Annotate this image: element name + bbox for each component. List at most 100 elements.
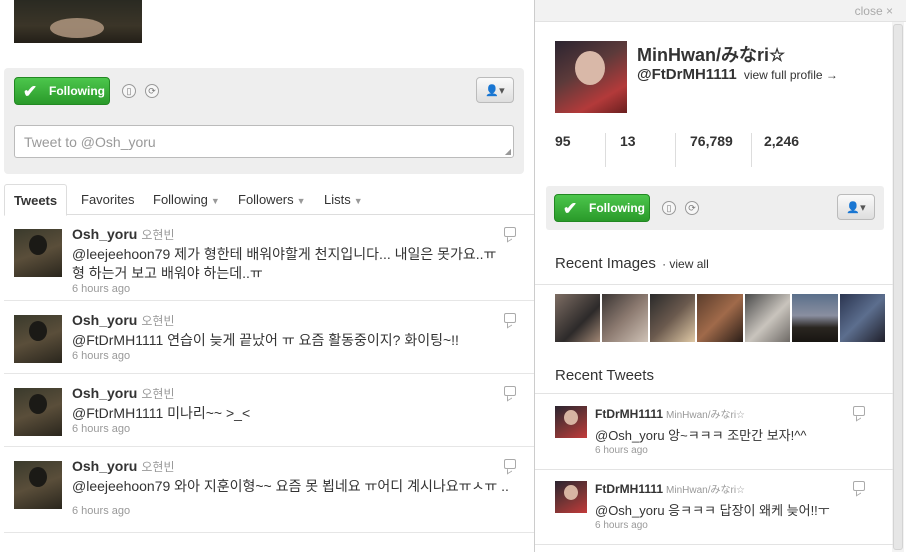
tweet-text: @leejeehoon79 제가 형한테 배워야할게 천지입니다... 내일은 … [72,246,497,281]
profile-handle: @FtDrMH1111 [637,66,737,83]
user-dropdown-icon: 👤▾ [485,84,505,97]
image-thumbnail[interactable] [697,294,743,342]
user-actions-menu[interactable]: 👤▾ [837,194,875,220]
tweet-text: @Osh_yoru 응ㅋㅋㅋ 답장이 왜케 늦어!!ㅜ [595,503,830,518]
tweet-timestamp[interactable]: 6 hours ago [72,423,130,435]
image-thumbnail[interactable] [792,294,838,342]
image-thumbnail[interactable] [555,294,601,342]
panel-header-bar: close × [535,0,906,22]
tweet-timestamp[interactable]: 6 hours ago [72,505,130,517]
tweet-username[interactable]: Osh_yoru [72,312,137,328]
view-all-link[interactable]: · view all [662,257,709,271]
chevron-down-icon: ▼ [210,196,220,206]
tweet-timestamp[interactable]: 6 hours ago [595,445,648,456]
close-icon: × [885,4,893,18]
tweet-username[interactable]: Osh_yoru [72,458,137,474]
tweet-fullname: 오현빈 [141,228,175,242]
tweet-item[interactable]: Osh_yoru 오현빈 @leejeehoon79 와아 지훈이형~~ 요즘 못… [4,447,534,533]
panel-action-bar: ✔ Following ▯ ⟳ 👤▾ [546,186,884,230]
tab-favorites[interactable]: Favorites [81,184,134,215]
tweet-fullname: 오현빈 [141,387,175,401]
avatar[interactable] [555,406,587,438]
reply-icon[interactable] [853,406,865,416]
check-icon: ✔ [23,81,38,101]
reply-icon[interactable] [504,313,516,323]
reply-icon[interactable] [504,459,516,469]
tweet-fullname: 오현빈 [141,460,175,474]
recent-tweet-item[interactable]: FtDrMH1111 MinHwan/みなri☆ @Osh_yoru 응ㅋㅋㅋ 답… [535,481,893,541]
recent-tweet-item[interactable]: FtDrMH1111 MinHwan/みなri☆ @Osh_yoru 앙~ㅋㅋㅋ … [535,406,893,466]
tweet-fullname: MinHwan/みなri☆ [666,485,746,496]
user-dropdown-icon: 👤▾ [846,201,866,214]
chevron-down-icon: ▼ [296,196,306,206]
tweet-timestamp[interactable]: 6 hours ago [72,350,130,362]
tweet-username[interactable]: FtDrMH1111 [595,482,663,496]
retweets-toggle-icon[interactable]: ⟳ [685,201,699,215]
tweet-item[interactable]: Osh_yoru 오현빈 @FtDrMH1111 연습이 늦게 끝났어 ㅠ 요즘 … [4,301,534,374]
tweet-username[interactable]: FtDrMH1111 [595,407,663,421]
profile-name: MinHwan/みなri☆ [637,45,786,65]
tab-lists[interactable]: Lists ▼ [324,184,363,215]
following-button[interactable]: ✔ Following [14,77,110,105]
profile-popup-panel: close × MinHwan/みなri☆ @FtDrMH1111 view f… [534,0,906,552]
image-thumbnail[interactable] [649,294,696,342]
image-thumbnail[interactable] [602,294,648,342]
recent-tweets-title: Recent Tweets [555,367,654,384]
reply-icon[interactable] [853,481,865,491]
stat-following[interactable]: 13 [620,133,636,149]
tweet-username[interactable]: Osh_yoru [72,226,137,242]
profile-action-bar: ✔ Following ▯ ⟳ 👤▾ Tweet to @Osh_yoru ◢ [4,68,524,174]
tab-followers[interactable]: Followers ▼ [238,184,306,215]
recent-images-title: Recent Images [555,255,656,272]
device-notification-icon[interactable]: ▯ [122,84,136,98]
stat-tweets[interactable]: 95 [555,133,571,149]
resize-grip-icon[interactable]: ◢ [505,147,511,156]
tweet-item[interactable]: Osh_yoru 오현빈 @leejeehoon79 제가 형한테 배워야할게 천… [4,215,534,301]
tweet-text: @Osh_yoru 앙~ㅋㅋㅋ 조만간 보자!^^ [595,428,807,443]
image-thumbnail[interactable] [744,294,791,342]
close-button[interactable]: close × [855,4,893,18]
profile-column: ✔ Following ▯ ⟳ 👤▾ Tweet to @Osh_yoru ◢ … [0,0,534,552]
stat-followers[interactable]: 76,789 [690,133,733,149]
profile-tabs: Tweets Favorites Following ▼ Followers ▼ L… [4,184,534,216]
profile-avatar[interactable] [555,41,627,113]
panel-scrollbar[interactable] [892,22,904,552]
tweet-timestamp[interactable]: 6 hours ago [595,520,648,531]
tweet-username[interactable]: Osh_yoru [72,385,137,401]
tweet-to-placeholder: Tweet to @Osh_yoru [24,134,156,150]
tweet-timestamp[interactable]: 6 hours ago [72,283,130,295]
tweet-fullname: 오현빈 [141,314,175,328]
tweet-to-input[interactable]: Tweet to @Osh_yoru ◢ [14,125,514,158]
device-notification-icon[interactable]: ▯ [662,201,676,215]
avatar[interactable] [14,461,62,509]
tweet-text: @FtDrMH1111 미나리~~ >_< [72,405,251,421]
profile-header-photo [14,0,142,43]
following-button-label: Following [49,84,105,98]
scrollbar-thumb[interactable] [893,24,903,550]
tweet-list: Osh_yoru 오현빈 @leejeehoon79 제가 형한테 배워야할게 천… [4,215,534,533]
tab-following[interactable]: Following ▼ [153,184,220,215]
user-actions-menu[interactable]: 👤▾ [476,77,514,103]
close-label: close [854,4,883,18]
stat-listed[interactable]: 2,246 [764,133,799,149]
avatar[interactable] [14,388,62,436]
tweet-item[interactable]: Osh_yoru 오현빈 @FtDrMH1111 미나리~~ >_< 6 hour… [4,374,534,447]
tab-tweets[interactable]: Tweets [4,184,68,216]
image-thumbnail[interactable] [839,294,885,342]
recent-images-strip [555,294,885,342]
chevron-down-icon: ▼ [353,196,363,206]
retweets-toggle-icon[interactable]: ⟳ [145,84,159,98]
tweet-fullname: MinHwan/みなri☆ [666,410,746,421]
avatar[interactable] [555,481,587,513]
reply-icon[interactable] [504,386,516,396]
panel-following-button[interactable]: ✔ Following [554,194,650,222]
check-icon: ✔ [563,198,578,218]
following-button-label: Following [589,201,645,215]
twitter-profile-page: ✔ Following ▯ ⟳ 👤▾ Tweet to @Osh_yoru ◢ … [0,0,906,552]
view-full-profile-link[interactable]: view full profile → [744,68,838,82]
avatar[interactable] [14,315,62,363]
tweet-text: @FtDrMH1111 연습이 늦게 끝났어 ㅠ 요즘 활동중이지? 화이팅~!… [72,332,459,348]
tweet-text: @leejeehoon79 와아 지훈이형~~ 요즘 못 뵙네요 ㅠ어디 계시나… [72,478,509,494]
avatar[interactable] [14,229,62,277]
reply-icon[interactable] [504,227,516,237]
